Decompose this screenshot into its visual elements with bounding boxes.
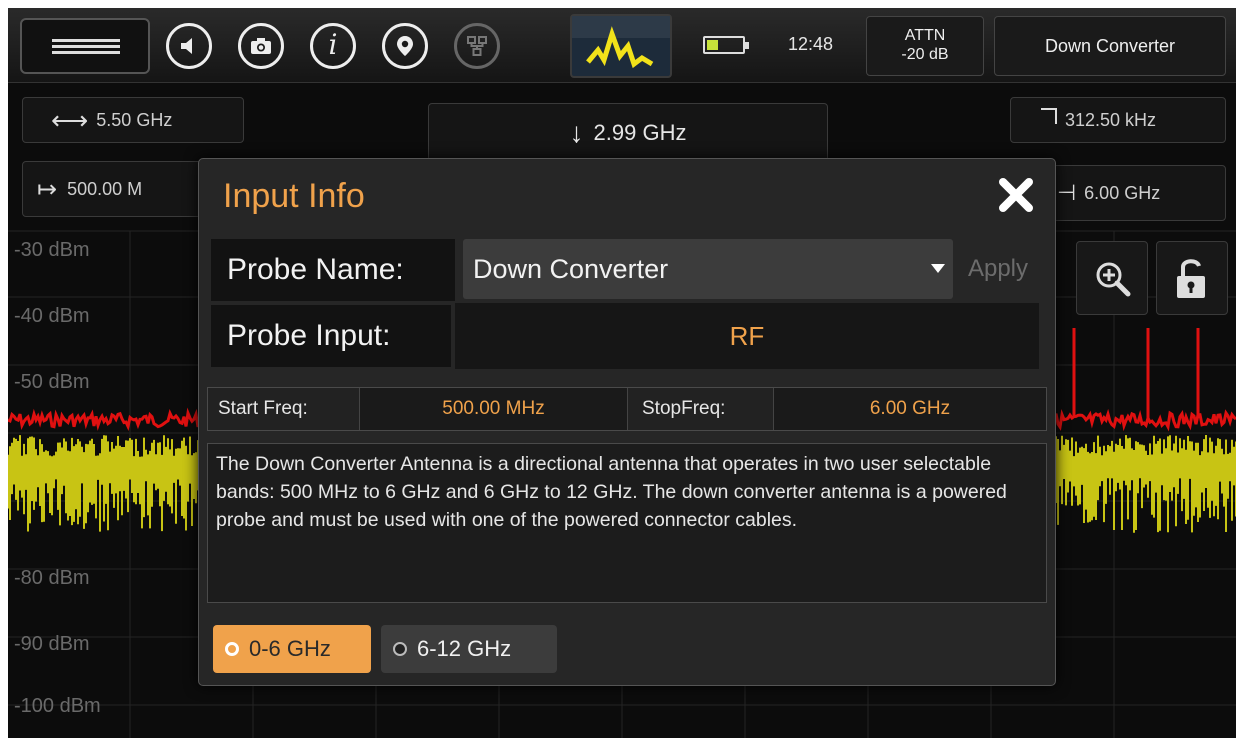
clock: 12:48 <box>788 34 834 54</box>
stop-bracket-icon: ⊣ <box>1057 180 1077 205</box>
screen: i 12:48 ATTN -20 dB Down Converter ⟷ 5.5… <box>8 8 1236 738</box>
rbw-corner-icon <box>1041 108 1057 124</box>
unlock-icon <box>1177 259 1205 298</box>
attn-label: ATTN <box>904 27 946 44</box>
dropdown-arrow-icon <box>931 264 945 273</box>
speaker-icon <box>181 38 192 54</box>
center-frequency-button[interactable]: ↓ 2.99 GHz <box>428 103 828 163</box>
start-freq-value: 500.00 MHz <box>360 388 628 430</box>
audio-button[interactable] <box>166 23 212 69</box>
y-axis-label: -100 dBm <box>14 695 101 717</box>
stop-freq-value: 6.00 GHz <box>869 398 951 419</box>
probe-description: The Down Converter Antenna is a directio… <box>207 443 1047 603</box>
y-axis-label: -80 dBm <box>14 567 90 589</box>
close-icon <box>999 178 1033 212</box>
apply-button[interactable]: Apply <box>957 239 1039 299</box>
start-frequency-button[interactable]: ↦ 500.00 M <box>22 161 212 217</box>
lock-button[interactable] <box>1156 241 1228 315</box>
y-axis-label: -40 dBm <box>14 305 90 327</box>
y-axis-label: -90 dBm <box>14 633 90 655</box>
probe-input-label: Probe Input: <box>211 305 451 367</box>
start-freq-label: Start Freq: <box>208 388 360 430</box>
band-0-6-ghz-button[interactable]: 0-6 GHz <box>213 625 371 673</box>
band-label: 0-6 GHz <box>249 636 331 661</box>
start-arrow-icon: ↦ <box>37 175 58 203</box>
zoom-in-icon <box>1096 262 1131 297</box>
screenshot-button[interactable] <box>238 23 284 69</box>
attenuation-button[interactable]: ATTN -20 dB <box>866 16 984 76</box>
span-button[interactable]: ⟷ 5.50 GHz <box>22 97 244 143</box>
probe-name-value: Down Converter <box>473 253 669 284</box>
network-icon <box>467 36 487 56</box>
battery-icon <box>703 36 749 54</box>
probe-name-label: Probe Name: <box>211 239 455 301</box>
down-arrow-icon: ↓ <box>569 117 584 148</box>
info-icon: i <box>328 28 338 61</box>
close-button[interactable] <box>994 173 1038 217</box>
rbw-button[interactable]: 312.50 kHz <box>1010 97 1226 143</box>
dialog-title: Input Info <box>223 177 365 215</box>
probe-selector-button[interactable]: Down Converter <box>994 16 1226 76</box>
top-toolbar: i 12:48 ATTN -20 dB Down Converter <box>8 8 1236 83</box>
menu-button[interactable] <box>20 18 150 74</box>
radio-unselected-icon <box>393 642 407 656</box>
y-axis-label: -50 dBm <box>14 371 90 393</box>
zoom-button[interactable] <box>1076 241 1148 315</box>
start-frequency-value: 500.00 M <box>67 178 143 199</box>
probe-input-value: RF <box>455 303 1039 369</box>
attn-value: -20 dB <box>901 46 949 63</box>
y-axis-label: -30 dBm <box>14 239 90 261</box>
camera-icon <box>251 38 271 54</box>
network-button[interactable] <box>454 23 500 69</box>
stop-frequency-value: 6.00 GHz <box>1084 182 1161 203</box>
center-frequency-value: 2.99 GHz <box>593 120 687 145</box>
span-arrows-icon: ⟷ <box>51 104 89 135</box>
rbw-value: 312.50 kHz <box>1065 109 1157 130</box>
spectrum-trace-icon <box>572 16 670 69</box>
stop-freq-label: StopFreq: <box>628 388 774 430</box>
info-button[interactable]: i <box>310 23 356 69</box>
location-button[interactable] <box>382 23 428 69</box>
radio-selected-icon <box>225 642 239 656</box>
band-label: 6-12 GHz <box>417 636 512 661</box>
probe-name-dropdown[interactable]: Down Converter <box>463 239 953 299</box>
stop-frequency-button[interactable]: ⊣ 6.00 GHz <box>1038 165 1226 221</box>
trace-mode-button[interactable] <box>570 14 672 78</box>
input-info-dialog: Input Info Probe Name: Down Converter Ap… <box>198 158 1056 686</box>
span-value: 5.50 GHz <box>96 109 173 130</box>
band-6-12-ghz-button[interactable]: 6-12 GHz <box>381 625 557 673</box>
frequency-range-row: Start Freq: 500.00 MHz StopFreq: 6.00 GH… <box>207 387 1047 431</box>
location-pin-icon <box>397 36 413 56</box>
